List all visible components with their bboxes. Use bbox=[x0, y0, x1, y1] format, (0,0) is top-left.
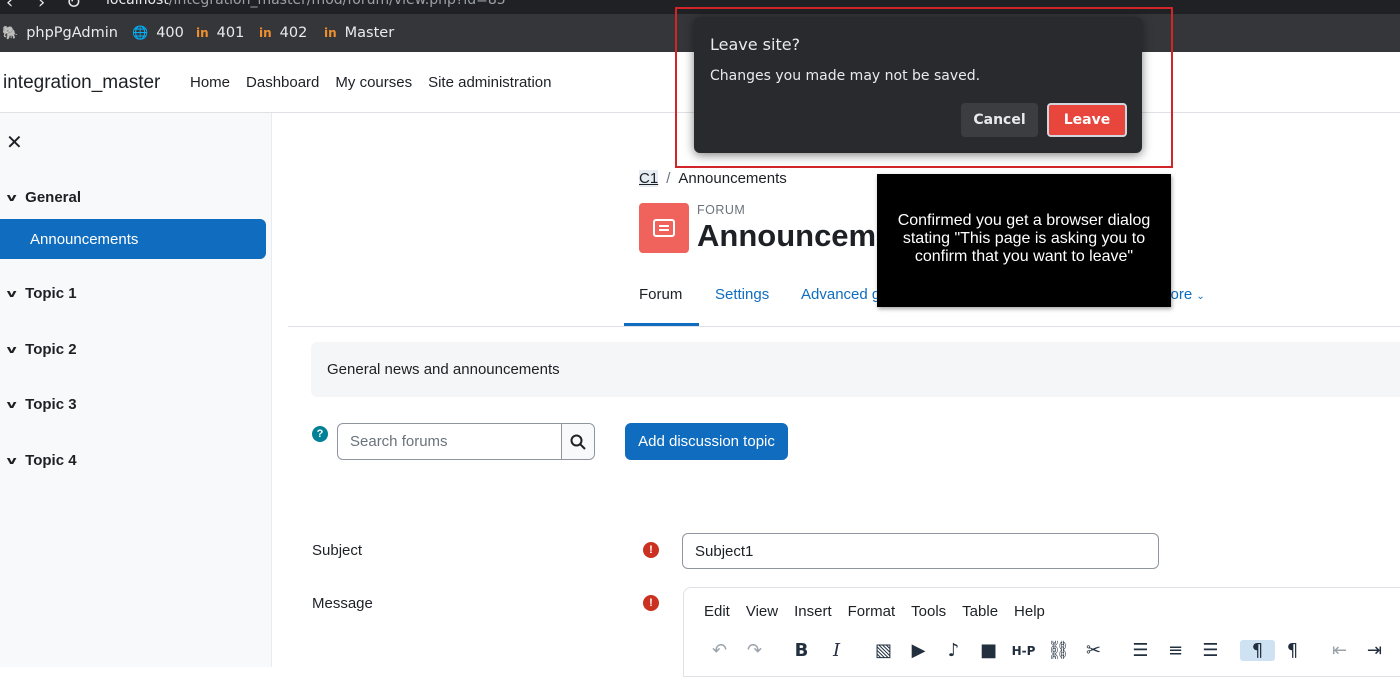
outdent-icon[interactable]: ⇤ bbox=[1322, 640, 1357, 661]
chevron-down-icon: ⌄ bbox=[1196, 291, 1205, 302]
search-icon bbox=[570, 434, 586, 450]
rtl-icon[interactable]: ¶ bbox=[1275, 640, 1310, 661]
in-icon: in bbox=[259, 26, 272, 40]
nav-my-courses[interactable]: My courses bbox=[335, 74, 412, 91]
h5p-icon[interactable]: H-P bbox=[1006, 644, 1041, 658]
undo-icon[interactable]: ↶ bbox=[702, 640, 737, 661]
leave-button[interactable]: Leave bbox=[1047, 103, 1127, 137]
editor-menu-help[interactable]: Help bbox=[1014, 603, 1045, 620]
italic-icon[interactable]: I bbox=[819, 640, 854, 661]
align-left-icon[interactable]: ☰ bbox=[1123, 640, 1158, 661]
nav-dashboard[interactable]: Dashboard bbox=[246, 74, 319, 91]
tab-forum[interactable]: Forum bbox=[639, 286, 682, 303]
primary-navigation: Home Dashboard My courses Site administr… bbox=[190, 74, 552, 91]
ltr-icon[interactable]: ¶ bbox=[1240, 640, 1275, 661]
chevron-down-icon[interactable]: v bbox=[7, 454, 17, 467]
globe-icon: 🌐 bbox=[132, 25, 149, 41]
drawer-section-general[interactable]: v General bbox=[7, 189, 81, 206]
secondary-navigation: Forum Settings Advanced grading More ⌄ bbox=[288, 276, 1400, 327]
chevron-down-icon[interactable]: v bbox=[7, 343, 17, 356]
module-type-label: FORUM bbox=[697, 203, 746, 217]
required-icon: ! bbox=[643, 595, 659, 611]
add-discussion-topic-button[interactable]: Add discussion topic bbox=[625, 423, 788, 460]
drawer-section-topic-4[interactable]: v Topic 4 bbox=[7, 452, 77, 469]
drawer-item-announcements[interactable]: Announcements bbox=[0, 219, 266, 259]
video-camera-icon[interactable]: ■ bbox=[971, 640, 1006, 661]
message-editor: Edit View Insert Format Tools Table Help… bbox=[683, 587, 1400, 677]
editor-menu-format[interactable]: Format bbox=[848, 603, 896, 620]
subject-field[interactable]: Subject1 bbox=[682, 533, 1159, 569]
forum-intro: General news and announcements bbox=[311, 342, 1400, 397]
bookmark-401[interactable]: in 401 bbox=[196, 25, 244, 41]
address-bar[interactable]: localhost/integration_master/mod/forum/v… bbox=[106, 0, 506, 8]
editor-menu-table[interactable]: Table bbox=[962, 603, 998, 620]
align-center-icon[interactable]: ≡ bbox=[1158, 640, 1193, 661]
microphone-icon[interactable]: ♪ bbox=[936, 640, 971, 661]
elephant-icon: 🐘 bbox=[2, 25, 19, 41]
editor-menu-view[interactable]: View bbox=[746, 603, 778, 620]
search-button[interactable] bbox=[561, 424, 594, 459]
chevron-down-icon[interactable]: v bbox=[7, 191, 17, 204]
align-right-icon[interactable]: ☰ bbox=[1193, 640, 1228, 661]
bold-icon[interactable]: B bbox=[784, 640, 819, 661]
breadcrumb-separator: / bbox=[666, 170, 671, 187]
bookmark-402[interactable]: in 402 bbox=[259, 25, 307, 41]
drawer-section-topic-2[interactable]: v Topic 2 bbox=[7, 341, 77, 358]
subject-label: Subject bbox=[312, 542, 363, 559]
search-forums bbox=[337, 423, 595, 460]
drawer-section-topic-3[interactable]: v Topic 3 bbox=[7, 396, 77, 413]
course-index-drawer: ✕ v General Announcements v Topic 1 v To… bbox=[0, 113, 272, 667]
link-icon[interactable]: ⛓ bbox=[1041, 640, 1076, 661]
dialog-title: Leave site? bbox=[710, 35, 801, 54]
redo-icon[interactable]: ↷ bbox=[737, 640, 772, 661]
dialog-message: Changes you made may not be saved. bbox=[710, 68, 981, 84]
back-icon[interactable]: ‹ bbox=[6, 0, 13, 13]
editor-menu-tools[interactable]: Tools bbox=[911, 603, 946, 620]
bookmark-400[interactable]: 🌐 400 bbox=[132, 25, 184, 41]
editor-menu-edit[interactable]: Edit bbox=[704, 603, 730, 620]
breadcrumb-course-link[interactable]: C1 bbox=[639, 170, 659, 187]
image-icon[interactable]: ▧ bbox=[866, 640, 901, 661]
tab-settings[interactable]: Settings bbox=[715, 286, 769, 303]
editor-toolbar: ↶ ↷ B I ▧ ▶ ♪ ■ H-P ⛓ ✂ ☰ ≡ ☰ ¶ ¶ ⇤ ⇥ bbox=[702, 640, 1392, 661]
help-icon[interactable]: ? bbox=[312, 426, 328, 442]
annotation-callout: Confirmed you get a browser dialog stati… bbox=[877, 174, 1171, 307]
active-tab-indicator bbox=[624, 323, 699, 326]
nav-home[interactable]: Home bbox=[190, 74, 230, 91]
drawer-section-topic-1[interactable]: v Topic 1 bbox=[7, 285, 77, 302]
indent-icon[interactable]: ⇥ bbox=[1357, 640, 1392, 661]
chevron-down-icon[interactable]: v bbox=[7, 287, 17, 300]
close-icon[interactable]: ✕ bbox=[6, 130, 23, 154]
bookmark-phppgadmin[interactable]: 🐘 phpPgAdmin bbox=[2, 25, 118, 41]
chevron-down-icon[interactable]: v bbox=[7, 398, 17, 411]
unlink-icon[interactable]: ✂ bbox=[1076, 640, 1111, 661]
breadcrumb: C1 / Announcements bbox=[639, 170, 787, 187]
leave-site-dialog: Leave site? Changes you made may not be … bbox=[694, 17, 1142, 153]
search-input[interactable] bbox=[338, 424, 561, 459]
message-label: Message bbox=[312, 595, 373, 612]
bookmark-master[interactable]: in Master bbox=[324, 25, 394, 41]
forward-icon[interactable]: › bbox=[38, 0, 45, 13]
reload-icon[interactable]: ↻ bbox=[66, 0, 81, 13]
cancel-button[interactable]: Cancel bbox=[961, 103, 1038, 137]
forum-icon bbox=[639, 203, 689, 253]
in-icon: in bbox=[196, 26, 209, 40]
in-icon: in bbox=[324, 26, 337, 40]
editor-menubar: Edit View Insert Format Tools Table Help bbox=[704, 603, 1061, 620]
media-icon[interactable]: ▶ bbox=[901, 640, 936, 661]
nav-site-administration[interactable]: Site administration bbox=[428, 74, 551, 91]
site-brand[interactable]: integration_master bbox=[3, 72, 160, 94]
editor-menu-insert[interactable]: Insert bbox=[794, 603, 832, 620]
breadcrumb-current: Announcements bbox=[678, 170, 787, 187]
required-icon: ! bbox=[643, 542, 659, 558]
